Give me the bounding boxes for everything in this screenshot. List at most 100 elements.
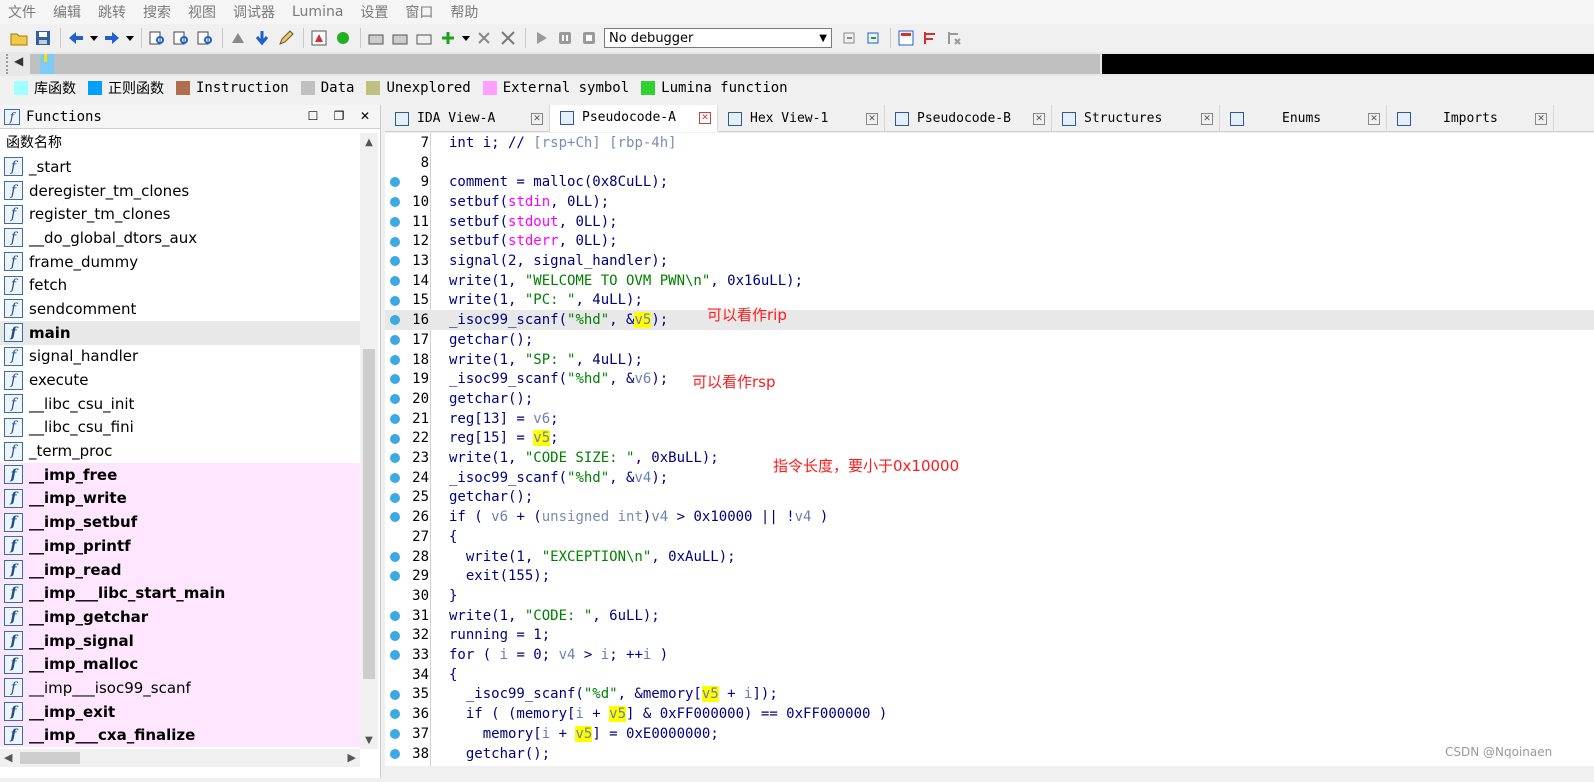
breakpoint-dot-icon[interactable] bbox=[390, 177, 400, 188]
function-list-item[interactable]: f _term_proc bbox=[0, 439, 360, 463]
code-line[interactable]: 17 getchar(); bbox=[385, 330, 1594, 350]
maximize-icon[interactable]: ☐ bbox=[305, 108, 321, 124]
breakpoint-dot-icon[interactable] bbox=[390, 492, 400, 503]
code-line[interactable]: 23 write(1, "CODE SIZE: ", 0xBuLL); bbox=[385, 448, 1594, 468]
code-line[interactable]: 37 memory[i + v5] = 0xE0000000; bbox=[385, 724, 1594, 744]
code-line[interactable]: 22 reg[15] = v5; bbox=[385, 429, 1594, 449]
function-list-item[interactable]: f __imp_free bbox=[0, 462, 360, 487]
code-line[interactable]: 12 setbuf(stderr, 0LL); bbox=[385, 232, 1594, 252]
code-line[interactable]: 16 _isoc99_scanf("%hd", &v5); bbox=[385, 310, 1594, 330]
function-list-item[interactable]: f __imp_signal bbox=[0, 628, 360, 653]
code-line[interactable]: 36 if ( (memory[i + v5] & 0xFF000000) ==… bbox=[385, 704, 1594, 724]
function-list-item[interactable]: f frame_dummy bbox=[0, 250, 360, 274]
breakpoint-dot-icon[interactable] bbox=[390, 689, 400, 700]
code-line[interactable]: 25 getchar(); bbox=[385, 488, 1594, 508]
tab-close-icon[interactable]: ✕ bbox=[1033, 112, 1045, 125]
breakpoint-dot-icon[interactable] bbox=[390, 315, 400, 326]
step-into-icon[interactable] bbox=[838, 27, 860, 49]
navigation-band[interactable]: ◀ bbox=[0, 52, 1594, 76]
tab-ida-view-a[interactable]: IDA View-A ✕ bbox=[385, 105, 550, 132]
code-line[interactable]: 9 comment = malloc(0x8CuLL); bbox=[385, 172, 1594, 192]
code-line[interactable]: 28 write(1, "EXCEPTION\n", 0xAuLL); bbox=[385, 547, 1594, 567]
function-list-item[interactable]: f fetch bbox=[0, 273, 360, 297]
menu-file[interactable]: 文件 bbox=[8, 2, 36, 22]
function-list-item[interactable]: f __imp_setbuf bbox=[0, 510, 360, 534]
tab-enums[interactable]: Enums ✕ bbox=[1220, 105, 1387, 132]
back-dropdown-icon[interactable] bbox=[89, 27, 99, 49]
breakpoint-dot-icon[interactable] bbox=[390, 709, 400, 720]
breakpoint-dot-icon[interactable] bbox=[390, 433, 400, 444]
breakpoint-dot-icon[interactable] bbox=[390, 335, 400, 345]
code-line[interactable]: 20 getchar(); bbox=[385, 389, 1594, 409]
tab-close-icon[interactable]: ✕ bbox=[531, 112, 543, 125]
function-list-item[interactable]: f deregister_tm_clones bbox=[0, 179, 360, 203]
breakpoint-dot-icon[interactable] bbox=[390, 216, 400, 227]
threads-icon[interactable] bbox=[919, 27, 941, 49]
breakpoint-dot-icon[interactable] bbox=[390, 295, 400, 306]
code-line[interactable]: 32 running = 1; bbox=[385, 626, 1594, 646]
function-list-item[interactable]: f _start bbox=[0, 155, 360, 179]
scrollbar-thumb[interactable] bbox=[363, 349, 375, 679]
menu-window[interactable]: 窗口 bbox=[405, 2, 433, 22]
function-list-item[interactable]: f __imp___isoc99_scanf bbox=[0, 676, 360, 700]
add-breakpoint-icon[interactable] bbox=[437, 27, 459, 49]
struct-icon[interactable] bbox=[389, 27, 411, 49]
breakpoint-dot-icon[interactable] bbox=[390, 413, 400, 424]
code-line[interactable]: 30} bbox=[385, 586, 1594, 606]
segment-icon[interactable] bbox=[365, 27, 387, 49]
menu-debugger[interactable]: 调试器 bbox=[233, 2, 275, 22]
modules-icon[interactable] bbox=[895, 27, 917, 49]
function-list-item[interactable]: f __imp_getchar bbox=[0, 605, 360, 629]
function-list-item[interactable]: f __imp_printf bbox=[0, 534, 360, 558]
column-header-function-name[interactable]: 函数名称 bbox=[0, 129, 380, 155]
breakpoint-dot-icon[interactable] bbox=[390, 275, 400, 286]
breakpoint-dot-icon[interactable] bbox=[390, 374, 400, 385]
search-binary-icon[interactable] bbox=[170, 27, 192, 49]
disabled-breakpoints-icon[interactable] bbox=[943, 27, 965, 49]
menu-lumina[interactable]: Lumina bbox=[292, 4, 343, 20]
menu-search[interactable]: 搜索 bbox=[143, 2, 171, 22]
tab-close-icon[interactable]: ✕ bbox=[1368, 112, 1380, 125]
tab-close-icon[interactable]: ✕ bbox=[699, 111, 711, 124]
scrollbar-thumb[interactable] bbox=[20, 752, 80, 764]
code-line[interactable]: 27 { bbox=[385, 527, 1594, 547]
function-list-item[interactable]: f __imp_read bbox=[0, 557, 360, 582]
jump-down-icon[interactable] bbox=[251, 27, 273, 49]
breakpoint-dot-icon[interactable] bbox=[390, 197, 400, 208]
scroll-down-icon[interactable]: ▼ bbox=[360, 731, 378, 749]
breakpoint-dot-icon[interactable] bbox=[390, 394, 400, 405]
string-icon[interactable] bbox=[413, 27, 435, 49]
step-over-icon[interactable] bbox=[862, 27, 884, 49]
code-line[interactable]: 18 write(1, "SP: ", 4uLL); bbox=[385, 350, 1594, 370]
code-line[interactable]: 15 write(1, "PC: ", 4uLL); bbox=[385, 291, 1594, 311]
function-list-item[interactable]: f register_tm_clones bbox=[0, 202, 360, 226]
open-file-icon[interactable] bbox=[8, 27, 30, 49]
analyze-icon[interactable] bbox=[227, 27, 249, 49]
code-line[interactable]: 33 for ( i = 0; v4 > i; ++i ) bbox=[385, 645, 1594, 665]
code-line[interactable]: 11 setbuf(stdout, 0LL); bbox=[385, 212, 1594, 232]
code-line[interactable]: 13 signal(2, signal_handler); bbox=[385, 251, 1594, 271]
code-horizontal-scrollbar[interactable] bbox=[385, 766, 1594, 778]
scroll-right-icon[interactable]: ▶ bbox=[348, 751, 356, 764]
vertical-scrollbar[interactable]: ▲ ▼ bbox=[360, 133, 378, 749]
function-list-item[interactable]: f __imp_malloc bbox=[0, 652, 360, 677]
code-line[interactable]: 31 write(1, "CODE: ", 6uLL); bbox=[385, 606, 1594, 626]
breakpoint-dot-icon[interactable] bbox=[390, 256, 400, 267]
breakpoint-dot-icon[interactable] bbox=[390, 551, 400, 562]
debugger-select[interactable]: No debugger ▼ bbox=[604, 28, 832, 48]
tab-pseudocode-a[interactable]: Pseudocode-A ✕ bbox=[550, 105, 718, 132]
tab-close-icon[interactable]: ✕ bbox=[1201, 112, 1213, 125]
tab-structures[interactable]: Structures ✕ bbox=[1052, 105, 1220, 132]
scroll-up-icon[interactable]: ▲ bbox=[360, 133, 378, 151]
forward-dropdown-icon[interactable] bbox=[125, 27, 135, 49]
tab-imports[interactable]: Imports ✕ bbox=[1387, 105, 1554, 132]
horizontal-scrollbar[interactable]: ◀ ▶ bbox=[0, 749, 360, 767]
back-arrow-icon[interactable] bbox=[65, 27, 87, 49]
breakpoint-dot-icon[interactable] bbox=[390, 236, 400, 247]
code-line[interactable]: 35 _isoc99_scanf("%d", &memory[v5 + i]); bbox=[385, 685, 1594, 705]
code-line[interactable]: 21 reg[13] = v6; bbox=[385, 409, 1594, 429]
code-line[interactable]: 29 exit(155); bbox=[385, 566, 1594, 586]
breakpoint-dot-icon[interactable] bbox=[390, 453, 400, 464]
forward-arrow-icon[interactable] bbox=[101, 27, 123, 49]
code-line[interactable]: 38 getchar(); bbox=[385, 744, 1594, 764]
